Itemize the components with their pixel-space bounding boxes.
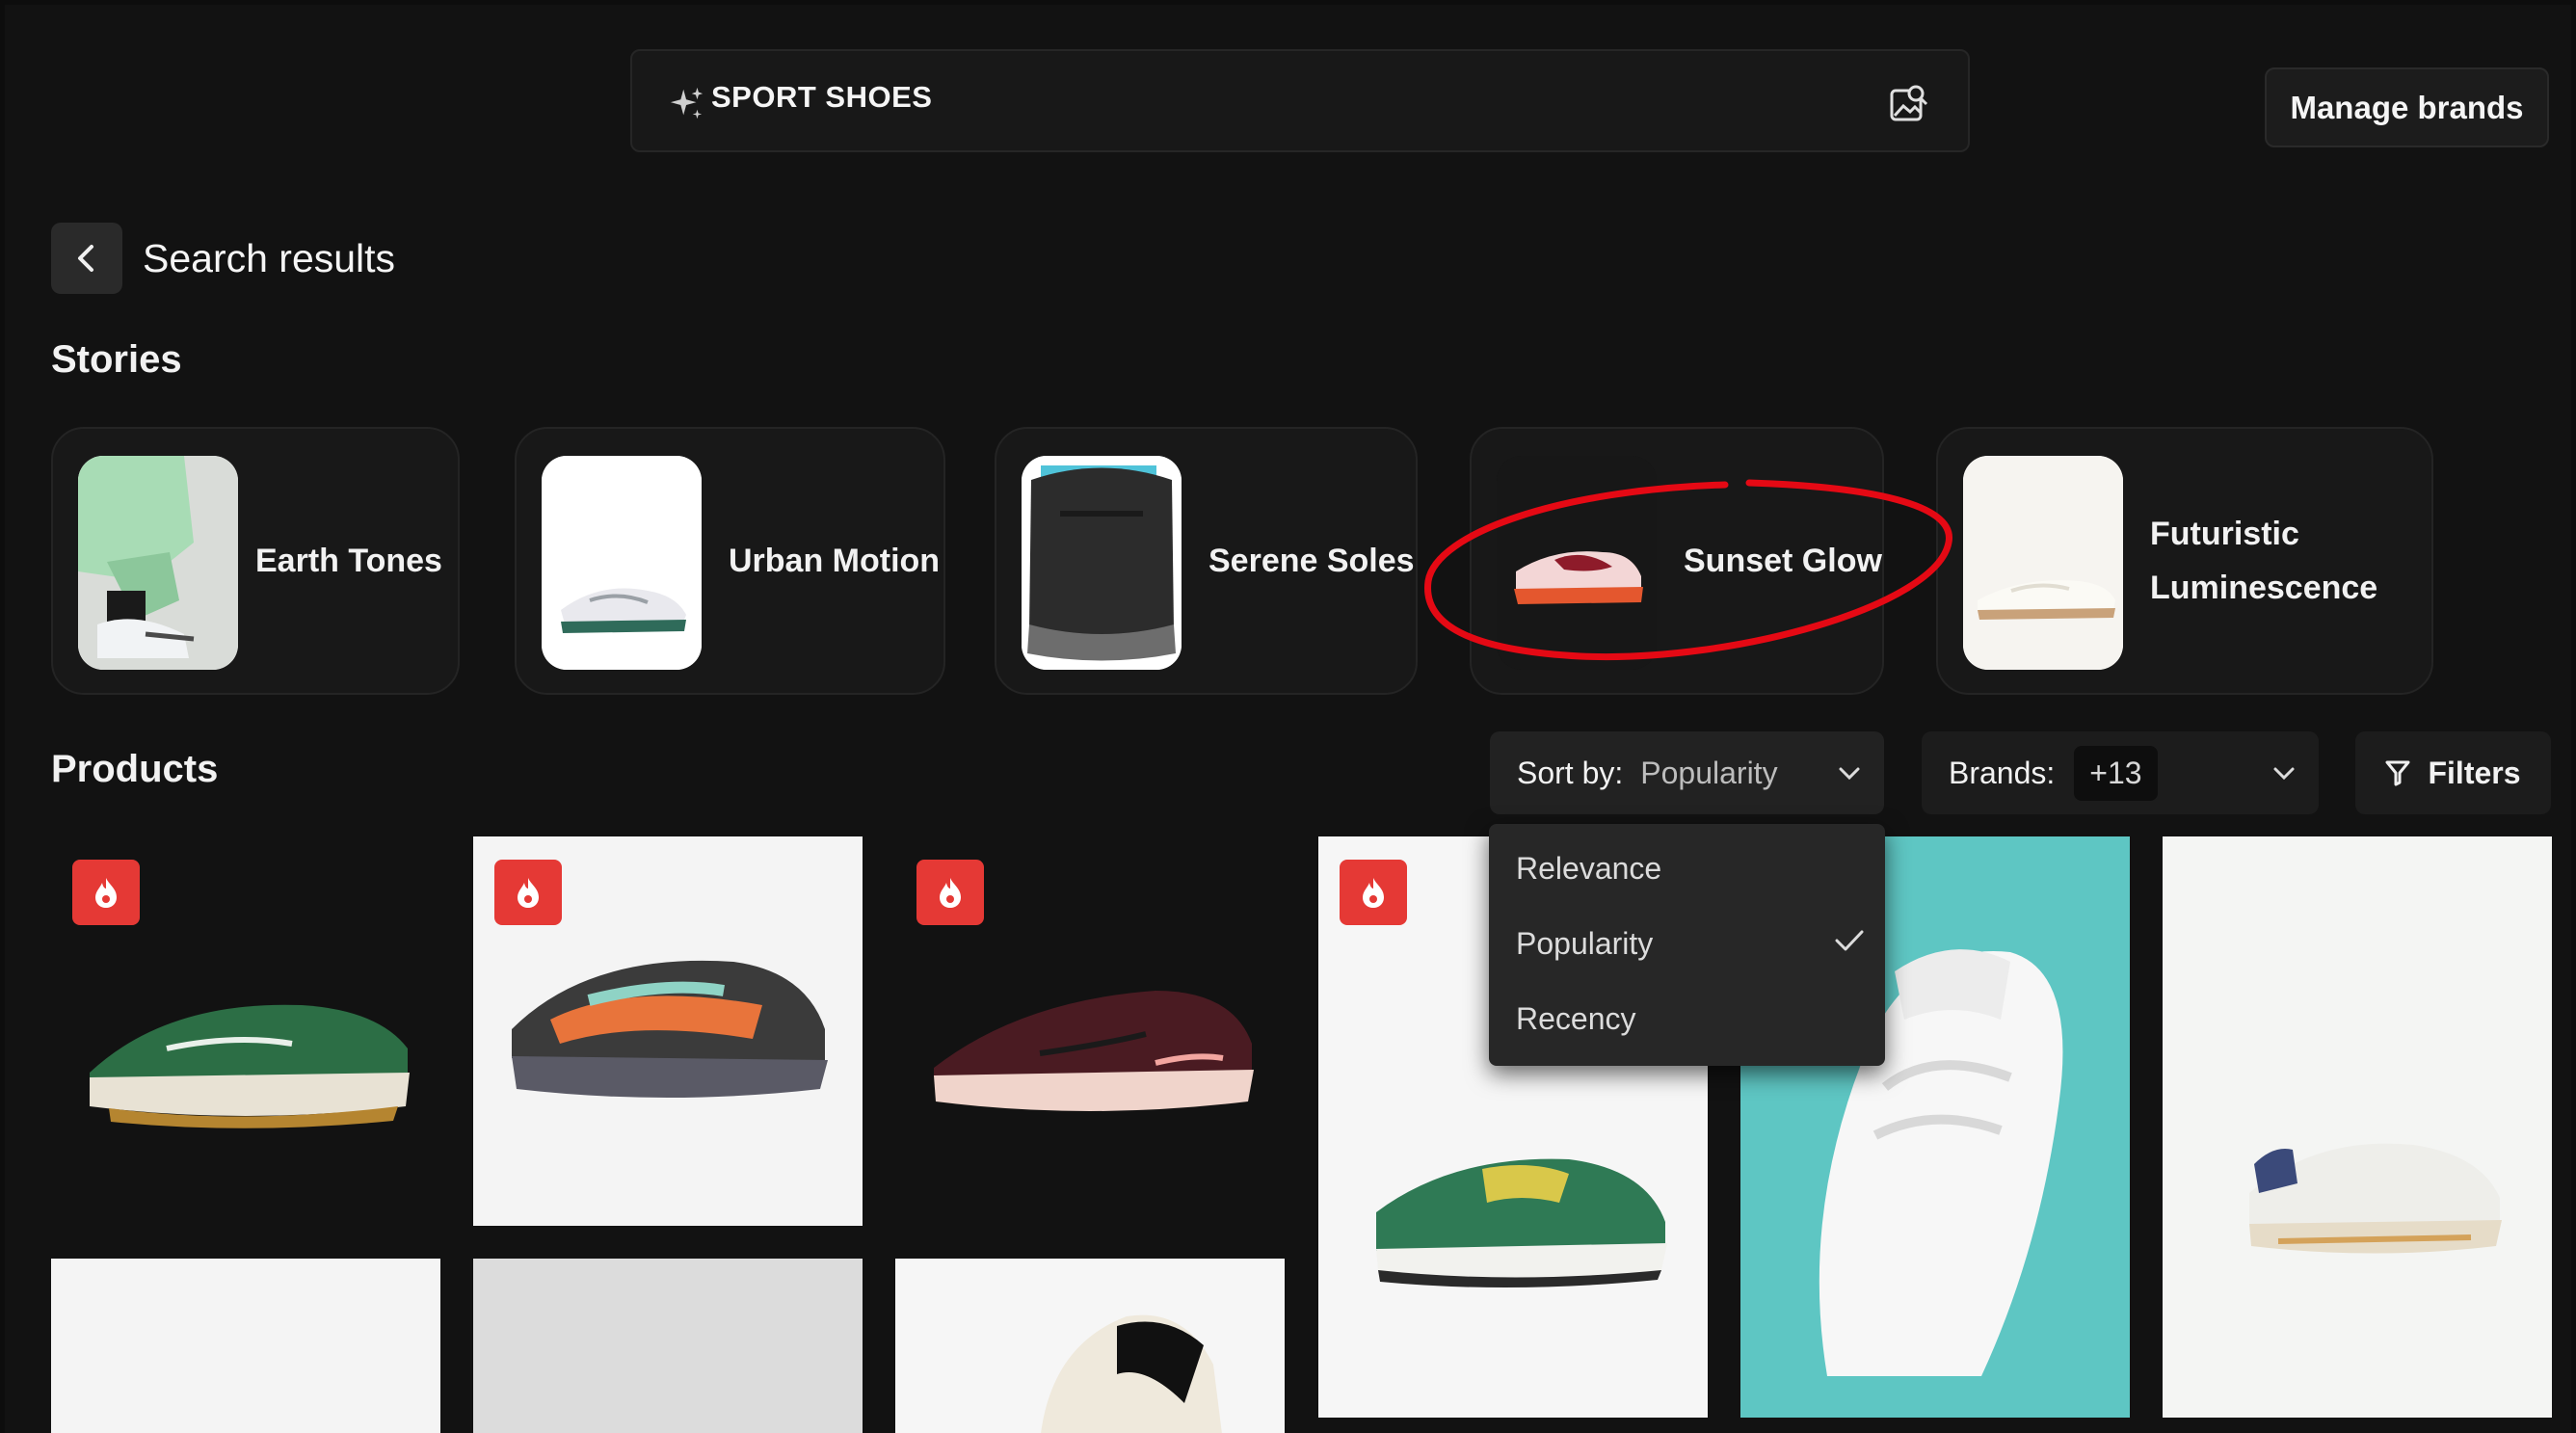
products-heading: Products (51, 748, 219, 790)
flame-icon (1363, 878, 1384, 908)
story-label: Sunset Glow (1684, 543, 1882, 579)
story-label: Urban Motion (729, 543, 941, 579)
story-earth-tones[interactable]: Earth Tones (51, 427, 460, 695)
hot-badge (1340, 860, 1407, 925)
brands-label: Brands: (1949, 755, 2056, 790)
chevron-down-icon (2273, 767, 2295, 781)
flame-icon (95, 878, 117, 908)
story-label: Earth Tones (255, 543, 442, 579)
story-label-line2: Luminescence (2150, 570, 2378, 606)
flame-icon (518, 878, 539, 908)
story-sunset-glow[interactable]: Sunset Glow (1470, 427, 1884, 695)
search-query: SPORT SHOES (711, 80, 933, 114)
chevron-left-icon (78, 245, 93, 272)
story-thumbnail (78, 456, 238, 670)
story-futuristic-luminescence[interactable]: Futuristic Luminescence (1936, 427, 2433, 695)
page-title: Search results (143, 236, 396, 280)
sort-dropdown[interactable]: Sort by: Popularity (1490, 731, 1884, 814)
product-image (51, 1259, 440, 1433)
brands-count-badge: +13 (2074, 745, 2158, 801)
product-image (895, 1259, 1285, 1433)
story-thumbnail (542, 456, 702, 670)
sort-option-popularity[interactable]: Popularity (1516, 926, 1653, 962)
story-label: Futuristic Luminescence (2150, 429, 2401, 693)
hot-badge (916, 860, 984, 925)
manage-brands-button[interactable]: Manage brands (2265, 67, 2549, 147)
stories-heading: Stories (51, 338, 182, 381)
hot-badge (494, 860, 562, 925)
product-image (473, 1259, 863, 1433)
product-card[interactable] (473, 1259, 863, 1433)
back-button[interactable] (51, 223, 122, 294)
story-thumbnail (1963, 456, 2123, 670)
sort-menu: Relevance Popularity Recency (1489, 824, 1885, 1066)
story-label: Serene Soles (1208, 543, 1415, 579)
brands-dropdown[interactable]: Brands: +13 (1922, 731, 2319, 814)
product-image (2163, 836, 2552, 1418)
sort-option-relevance[interactable]: Relevance (1516, 851, 1661, 887)
product-card[interactable] (2163, 836, 2552, 1418)
check-icon (1835, 930, 1864, 951)
product-card[interactable] (895, 1259, 1285, 1433)
sort-label: Sort by: (1517, 755, 1624, 790)
story-serene-soles[interactable]: Serene Soles (995, 427, 1418, 695)
sort-option-recency[interactable]: Recency (1516, 1001, 1636, 1037)
story-thumbnail (1497, 456, 1657, 670)
search-bar[interactable]: SPORT SHOES (630, 49, 1970, 152)
filter-icon (2385, 760, 2410, 786)
filters-label: Filters (2428, 755, 2521, 790)
product-card[interactable] (51, 1259, 440, 1433)
story-label-line1: Futuristic (2150, 516, 2299, 552)
story-urban-motion[interactable]: Urban Motion (515, 427, 945, 695)
chevron-down-icon (1839, 767, 1860, 781)
sparkle-icon (670, 87, 704, 119)
hot-badge (72, 860, 140, 925)
sort-value: Popularity (1640, 755, 1778, 790)
image-search-icon[interactable] (1889, 83, 1929, 123)
filters-button[interactable]: Filters (2355, 731, 2551, 814)
flame-icon (940, 878, 961, 908)
app-screen: SPORT SHOES Manage brands Search results… (5, 5, 2571, 1433)
story-thumbnail (1022, 456, 1182, 670)
